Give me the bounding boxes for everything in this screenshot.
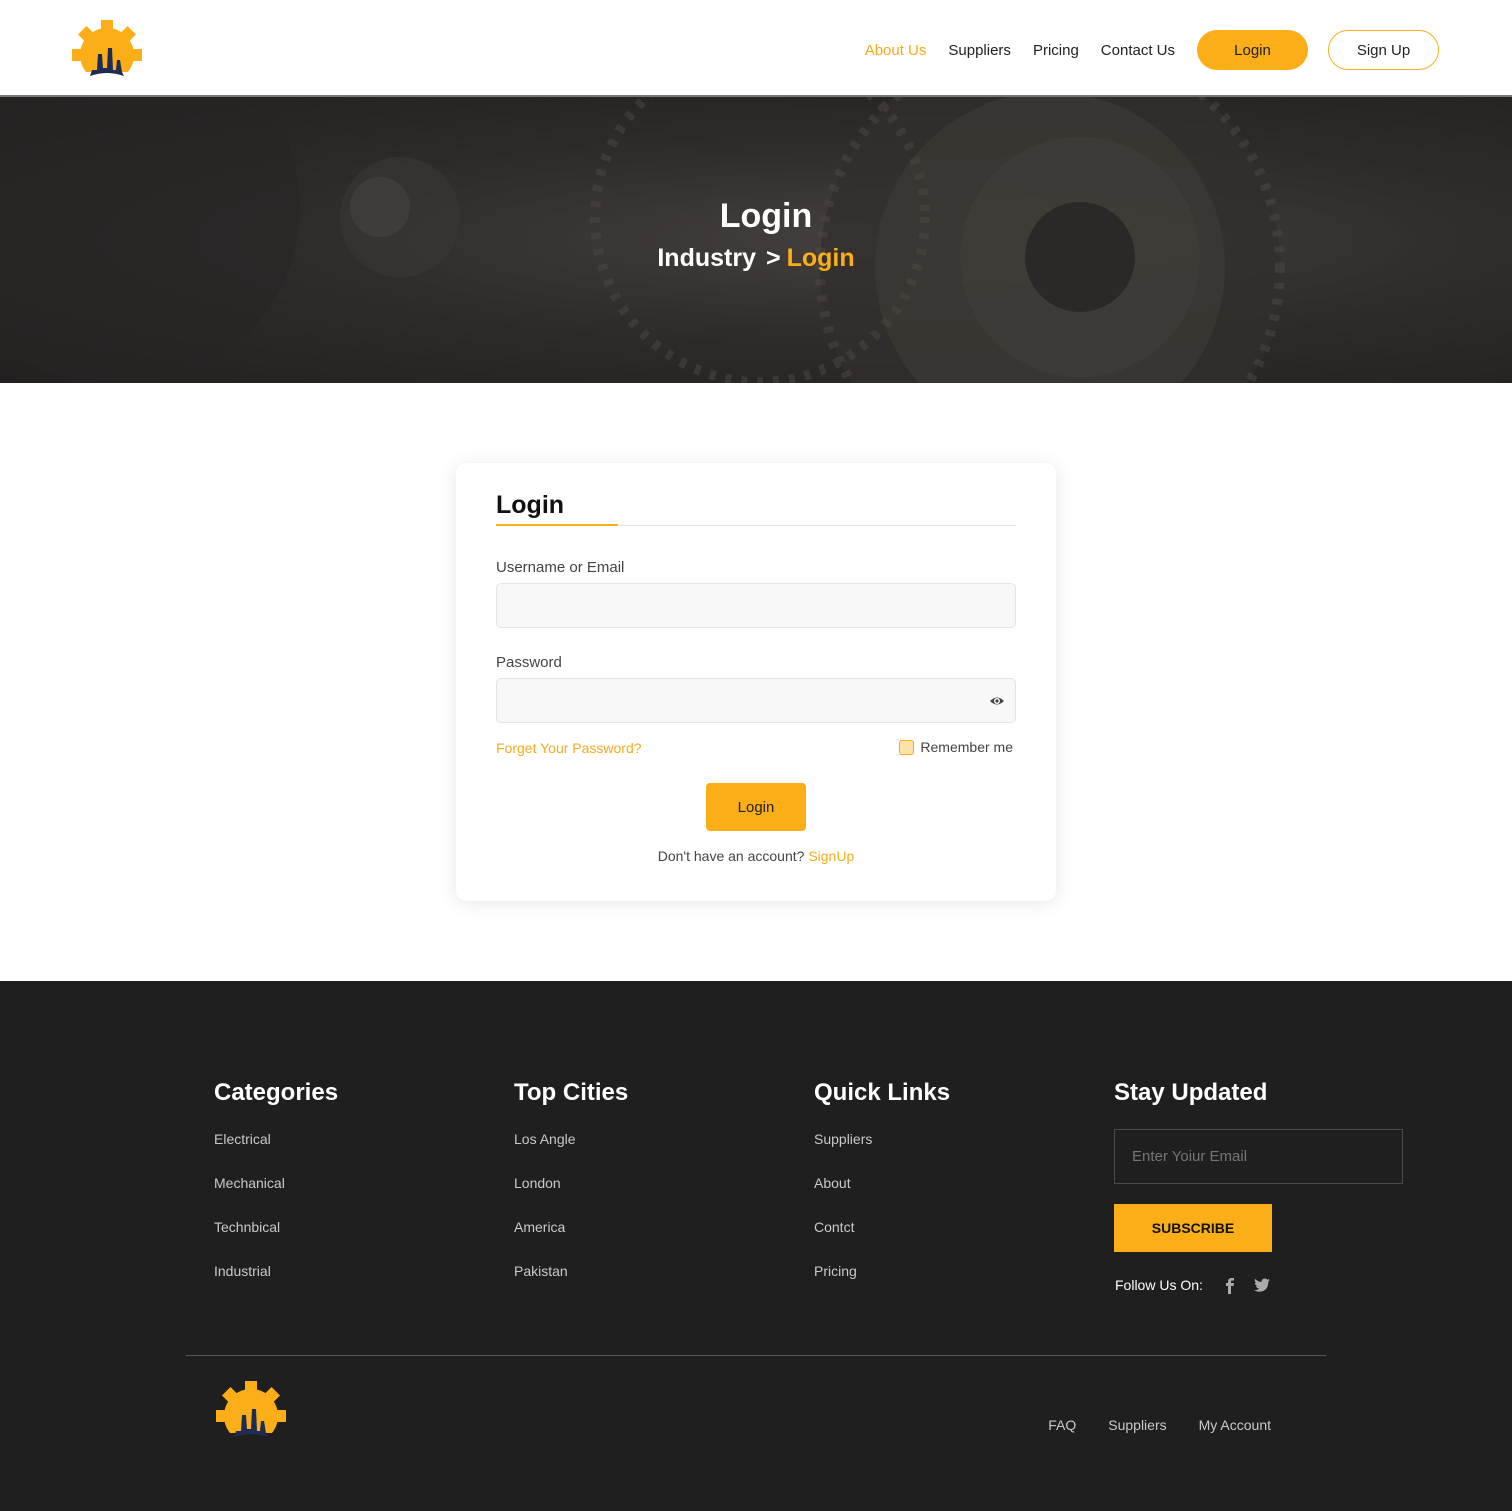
footer-link[interactable]: Pricing: [814, 1261, 950, 1305]
footer-link[interactable]: Mechanical: [214, 1173, 338, 1217]
nav-pricing[interactable]: Pricing: [1033, 42, 1079, 59]
username-label: Username or Email: [496, 559, 625, 576]
nav-about-us[interactable]: About Us: [865, 42, 927, 59]
footer-link[interactable]: Suppliers: [814, 1129, 950, 1173]
footer-quick-links-title: Quick Links: [814, 1079, 951, 1106]
login-card-title: Login: [496, 491, 565, 519]
signup-prompt: Don't have an account? SignUp: [456, 848, 1056, 864]
footer-link[interactable]: Technbical: [214, 1217, 338, 1261]
show-password-icon[interactable]: [989, 693, 1005, 709]
footer-link[interactable]: America: [514, 1217, 628, 1261]
hero-title: Login: [719, 197, 813, 235]
username-field[interactable]: [496, 583, 1016, 628]
footer-categories: Categories Electrical Mechanical Technbi…: [214, 1079, 338, 1305]
footer-link[interactable]: Industrial: [214, 1261, 338, 1305]
follow-us: Follow Us On:: [1115, 1276, 1271, 1294]
footer-suppliers-link[interactable]: Suppliers: [1108, 1417, 1166, 1433]
nav-suppliers[interactable]: Suppliers: [948, 42, 1011, 59]
footer-stay-updated-title: Stay Updated: [1114, 1079, 1268, 1106]
gears-background-image: [0, 97, 1512, 383]
password-field[interactable]: [496, 678, 1016, 723]
newsletter-email-input[interactable]: [1114, 1129, 1403, 1184]
title-underline: [496, 524, 618, 526]
forgot-password-link[interactable]: Forget Your Password?: [496, 740, 642, 756]
footer-link[interactable]: About: [814, 1173, 950, 1217]
facebook-icon[interactable]: [1221, 1276, 1239, 1294]
breadcrumb: Industry > Login: [0, 244, 1512, 273]
login-card: Login Username or Email Password Forget …: [456, 463, 1056, 901]
no-account-text: Don't have an account?: [657, 848, 805, 864]
remember-me-label: Remember me: [920, 739, 1013, 755]
logo-icon[interactable]: [68, 20, 146, 82]
footer-link[interactable]: Los Angle: [514, 1129, 628, 1173]
footer-categories-title: Categories: [214, 1079, 339, 1106]
site-footer: Categories Electrical Mechanical Technbi…: [0, 981, 1512, 1511]
footer-link[interactable]: Electrical: [214, 1129, 338, 1173]
signup-link[interactable]: SignUp: [808, 848, 854, 864]
nav-contact-us[interactable]: Contact Us: [1101, 42, 1175, 59]
site-header: About Us Suppliers Pricing Contact Us Lo…: [0, 0, 1512, 97]
password-label: Password: [496, 654, 562, 671]
main-nav: About Us Suppliers Pricing Contact Us Lo…: [843, 30, 1439, 70]
breadcrumb-separator: >: [765, 244, 781, 272]
breadcrumb-current: Login: [786, 244, 855, 272]
breadcrumb-root[interactable]: Industry: [657, 244, 756, 272]
footer-faq-link[interactable]: FAQ: [1048, 1417, 1076, 1433]
subscribe-button[interactable]: SUBSCRIBE: [1114, 1204, 1272, 1252]
footer-bottom-links: FAQ Suppliers My Account: [1016, 1417, 1271, 1433]
footer-top-cities-title: Top Cities: [514, 1079, 629, 1106]
remember-me-checkbox[interactable]: [899, 739, 915, 755]
footer-stay-updated: Stay Updated: [1114, 1079, 1267, 1129]
footer-quick-links: Quick Links Suppliers About Contct Prici…: [814, 1079, 950, 1305]
footer-divider: [186, 1355, 1326, 1356]
hero-banner: Login Industry > Login: [0, 97, 1512, 383]
footer-my-account-link[interactable]: My Account: [1199, 1417, 1271, 1433]
follow-us-label: Follow Us On:: [1115, 1277, 1203, 1293]
footer-link[interactable]: Pakistan: [514, 1261, 628, 1305]
footer-top-cities: Top Cities Los Angle London America Paki…: [514, 1079, 628, 1305]
remember-me[interactable]: Remember me: [899, 739, 1013, 755]
header-login-button[interactable]: Login: [1197, 30, 1308, 70]
header-signup-button[interactable]: Sign Up: [1328, 30, 1439, 70]
twitter-icon[interactable]: [1253, 1276, 1271, 1294]
login-submit-button[interactable]: Login: [706, 783, 806, 831]
footer-link[interactable]: Contct: [814, 1217, 950, 1261]
footer-link[interactable]: London: [514, 1173, 628, 1217]
footer-logo-icon[interactable]: [212, 1381, 290, 1443]
